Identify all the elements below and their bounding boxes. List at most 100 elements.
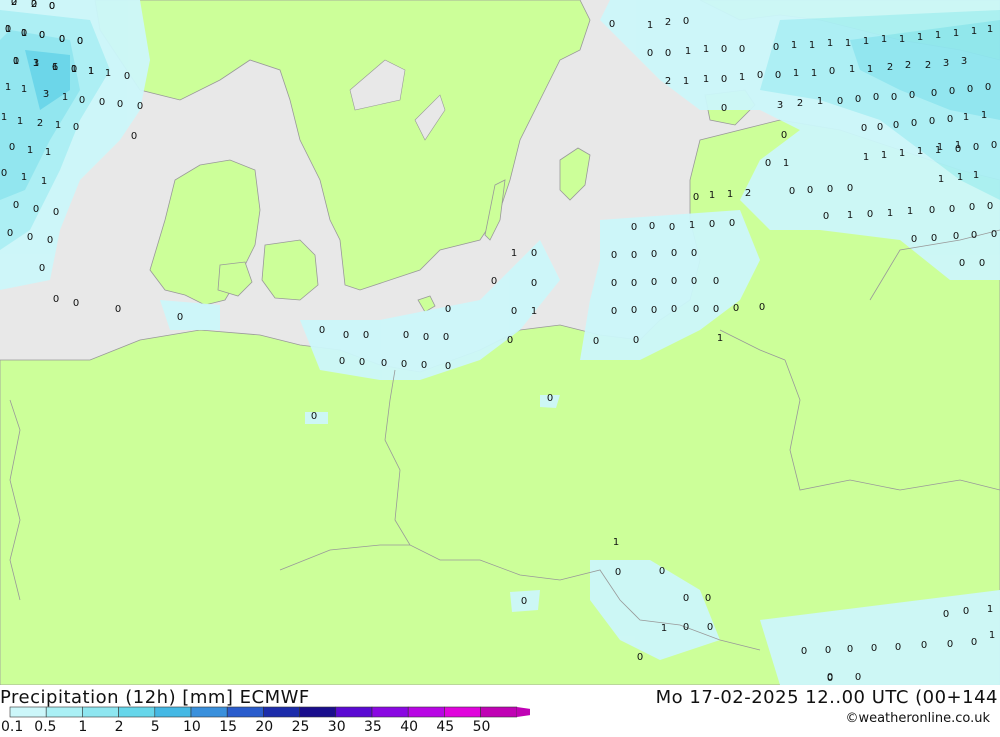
station-value: 0 [765,158,771,169]
station-value: 0 [669,222,675,233]
legend-label: 5 [151,719,160,733]
station-value: 0 [947,114,953,125]
station-value: 0 [829,66,835,77]
station-value: 3 [943,58,949,69]
station-value: 0 [177,312,183,323]
station-value: 0 [985,82,991,93]
station-value: 0 [971,637,977,648]
station-value: 0 [963,606,969,617]
legend-label: 0.5 [34,719,56,733]
station-value: 0 [39,263,45,274]
station-value: 0 [13,200,19,211]
station-value: 0 [683,16,689,27]
station-value: 0 [943,609,949,620]
station-value: 0 [775,70,781,81]
station-value: 0 [381,358,387,369]
station-value: 1 [45,147,51,158]
station-value: 0 [893,120,899,131]
station-value: 0 [507,335,513,346]
station-value: 1 [827,38,833,49]
station-value: 0 [633,335,639,346]
legend-label: 1 [78,719,87,733]
station-value: 0 [713,276,719,287]
station-value: 0 [671,304,677,315]
station-value: 0 [131,131,137,142]
station-value: 0 [877,122,883,133]
station-value: 0 [421,360,427,371]
station-value: 0 [1,168,7,179]
station-value: 1 [917,146,923,157]
station-value: 0 [929,116,935,127]
station-value: 0 [683,593,689,604]
station-value: 0 [359,357,365,368]
station-value: 1 [727,189,733,200]
station-value: 1 [881,150,887,161]
station-value: 1 [647,20,653,31]
station-value: 0 [947,639,953,650]
station-value: 0 [713,304,719,315]
station-value: 0 [973,142,979,153]
station-value: 1 [791,40,797,51]
legend-label: 20 [255,719,273,733]
station-value: 0 [79,95,85,106]
station-value: 0 [683,622,689,633]
station-value: 1 [17,116,23,127]
station-value: 0 [443,332,449,343]
station-value: 0 [137,101,143,112]
legend-swatch [82,706,119,718]
station-value: 0 [117,99,123,110]
legend-swatch [9,706,47,718]
station-value: 0 [979,258,985,269]
station-value: 0 [847,183,853,194]
legend-label: 45 [436,719,454,733]
station-value: 1 [511,248,517,259]
station-value: 1 [52,62,58,73]
station-value: 1 [793,68,799,79]
station-value: 0 [931,233,937,244]
station-value: 0 [649,221,655,232]
color-legend: 0.1 0.5 1 2 5 10 15 20 25 30 35 40 45 50 [0,706,553,735]
station-value: 0 [823,211,829,222]
station-value: 0 [955,144,961,155]
legend-label: 0.1 [1,719,23,733]
station-value: 1 [27,145,33,156]
station-value: 0 [929,205,935,216]
station-value: 0 [931,88,937,99]
station-value: 1 [5,82,11,93]
station-value: 1 [887,208,893,219]
station-value: 0 [807,185,813,196]
station-value: 0 [531,248,537,259]
station-value: 0 [705,593,711,604]
station-value: 1 [989,630,995,641]
station-value: 1 [21,172,27,183]
station-value: 0 [403,330,409,341]
station-value: 0 [47,235,53,246]
station-value: 1 [847,210,853,221]
station-value: 0 [861,123,867,134]
station-value: 0 [757,70,763,81]
station-value: 3 [961,56,967,67]
station-value: 1 [957,172,963,183]
station-value: 0 [665,48,671,59]
station-value: 1 [849,64,855,75]
station-value: 0 [5,24,11,35]
station-value: 0 [11,0,17,8]
station-value: 1 [717,333,723,344]
station-value: 0 [521,596,527,607]
station-value: 1 [971,26,977,37]
legend-swatch [299,706,337,718]
station-value: 0 [691,276,697,287]
station-value: 0 [891,92,897,103]
station-value: 0 [631,278,637,289]
station-value: 1 [899,34,905,45]
station-value: 0 [781,130,787,141]
station-value: 1 [613,537,619,548]
station-value: 0 [671,276,677,287]
station-value: 0 [339,356,345,367]
legend-swatch [226,706,264,718]
legend-arrow [516,707,553,717]
station-value: 1 [953,28,959,39]
station-value: 0 [31,0,37,10]
station-value: 0 [423,332,429,343]
station-value: 0 [987,201,993,212]
